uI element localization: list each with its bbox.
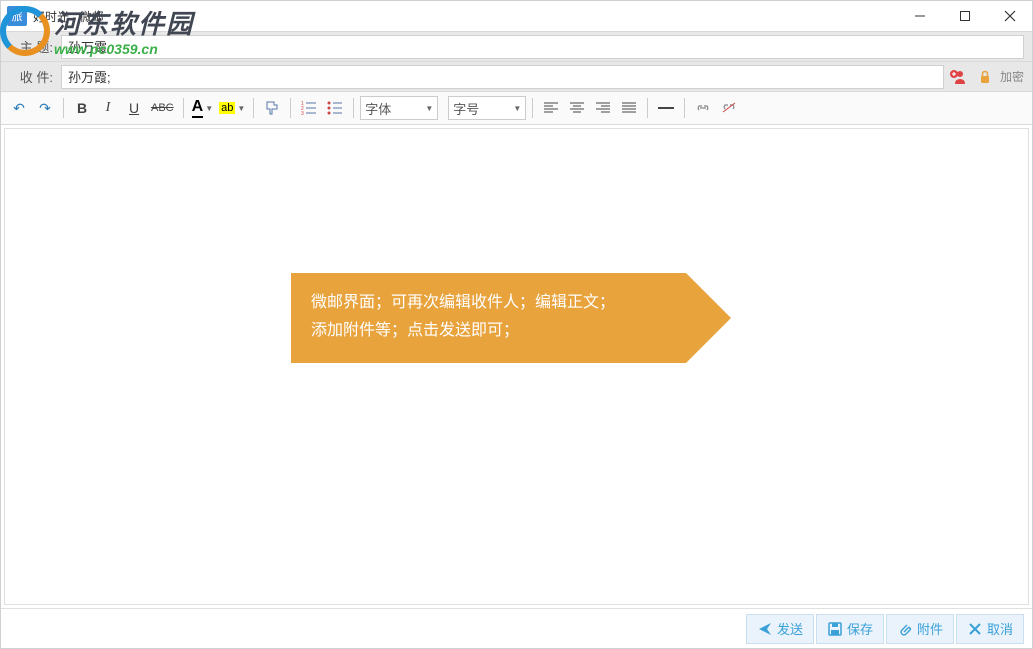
separator bbox=[63, 98, 64, 118]
strikethrough-button[interactable]: ABC bbox=[148, 96, 177, 120]
bold-button[interactable]: B bbox=[70, 96, 94, 120]
italic-button[interactable]: I bbox=[96, 96, 120, 120]
save-label: 保存 bbox=[847, 619, 873, 638]
unlink-button[interactable] bbox=[717, 96, 741, 120]
link-button[interactable] bbox=[691, 96, 715, 120]
send-label: 发送 bbox=[777, 619, 803, 638]
svg-text:3: 3 bbox=[301, 111, 304, 115]
window-title: 好时光 - 微邮 bbox=[33, 8, 897, 25]
align-center-button[interactable] bbox=[565, 96, 589, 120]
save-button[interactable]: 保存 bbox=[816, 614, 884, 644]
font-color-button[interactable]: A ▼ bbox=[190, 98, 215, 118]
send-button[interactable]: 发送 bbox=[746, 614, 814, 644]
font-family-select[interactable]: 字体 ▼ bbox=[360, 96, 438, 120]
recipient-label: 收 件: bbox=[1, 67, 61, 86]
cancel-label: 取消 bbox=[987, 619, 1013, 638]
redo-button[interactable]: ↷ bbox=[33, 96, 57, 120]
align-justify-button[interactable] bbox=[617, 96, 641, 120]
recipient-input[interactable] bbox=[61, 65, 944, 89]
app-icon: 旅 bbox=[7, 6, 27, 26]
align-left-button[interactable] bbox=[539, 96, 563, 120]
subject-label: 主 题: bbox=[1, 37, 61, 56]
save-icon bbox=[827, 621, 843, 637]
attach-label: 附件 bbox=[917, 619, 943, 638]
separator bbox=[183, 98, 184, 118]
paperclip-icon bbox=[897, 621, 913, 637]
font-size-label: 字号 bbox=[453, 99, 479, 118]
maximize-button[interactable] bbox=[942, 1, 987, 31]
minimize-button[interactable] bbox=[897, 1, 942, 31]
separator bbox=[353, 98, 354, 118]
annotation-callout: 微邮界面；可再次编辑收件人；编辑正文； 添加附件等；点击发送即可； bbox=[291, 273, 731, 363]
separator bbox=[290, 98, 291, 118]
underline-button[interactable]: U bbox=[122, 96, 146, 120]
cancel-button[interactable]: 取消 bbox=[956, 614, 1024, 644]
recipient-row: 收 件: 加密 bbox=[1, 61, 1032, 91]
email-compose-window: 旅 好时光 - 微邮 主 题: 收 件: 加密 ↶ ↷ B I U ABC A bbox=[0, 0, 1033, 649]
highlight-button[interactable]: ab ▼ bbox=[217, 102, 247, 114]
font-family-label: 字体 bbox=[365, 99, 391, 118]
align-right-button[interactable] bbox=[591, 96, 615, 120]
callout-arrow-icon bbox=[686, 273, 731, 363]
send-icon bbox=[757, 621, 773, 637]
separator bbox=[684, 98, 685, 118]
attach-button[interactable]: 附件 bbox=[886, 614, 954, 644]
callout-line2: 添加附件等；点击发送即可； bbox=[311, 317, 666, 345]
separator bbox=[253, 98, 254, 118]
editor-toolbar: ↶ ↷ B I U ABC A ▼ ab ▼ 123 字体 ▼ bbox=[1, 91, 1032, 125]
titlebar: 旅 好时光 - 微邮 bbox=[1, 1, 1032, 31]
callout-line1: 微邮界面；可再次编辑收件人；编辑正文； bbox=[311, 289, 666, 317]
horizontal-rule-button[interactable] bbox=[654, 96, 678, 120]
encrypt-label: 加密 bbox=[1000, 68, 1024, 85]
subject-input[interactable] bbox=[61, 35, 1024, 59]
add-contact-icon[interactable] bbox=[948, 66, 970, 88]
separator bbox=[647, 98, 648, 118]
unordered-list-button[interactable] bbox=[323, 96, 347, 120]
undo-button[interactable]: ↶ bbox=[7, 96, 31, 120]
ordered-list-button[interactable]: 123 bbox=[297, 96, 321, 120]
subject-row: 主 题: bbox=[1, 31, 1032, 61]
editor-body[interactable]: 微邮界面；可再次编辑收件人；编辑正文； 添加附件等；点击发送即可； bbox=[4, 128, 1029, 605]
cancel-icon bbox=[967, 621, 983, 637]
close-button[interactable] bbox=[987, 1, 1032, 31]
lock-icon[interactable] bbox=[974, 66, 996, 88]
format-painter-button[interactable] bbox=[260, 96, 284, 120]
separator bbox=[532, 98, 533, 118]
bottom-action-bar: 发送 保存 附件 取消 bbox=[1, 608, 1032, 648]
font-size-select[interactable]: 字号 ▼ bbox=[448, 96, 526, 120]
